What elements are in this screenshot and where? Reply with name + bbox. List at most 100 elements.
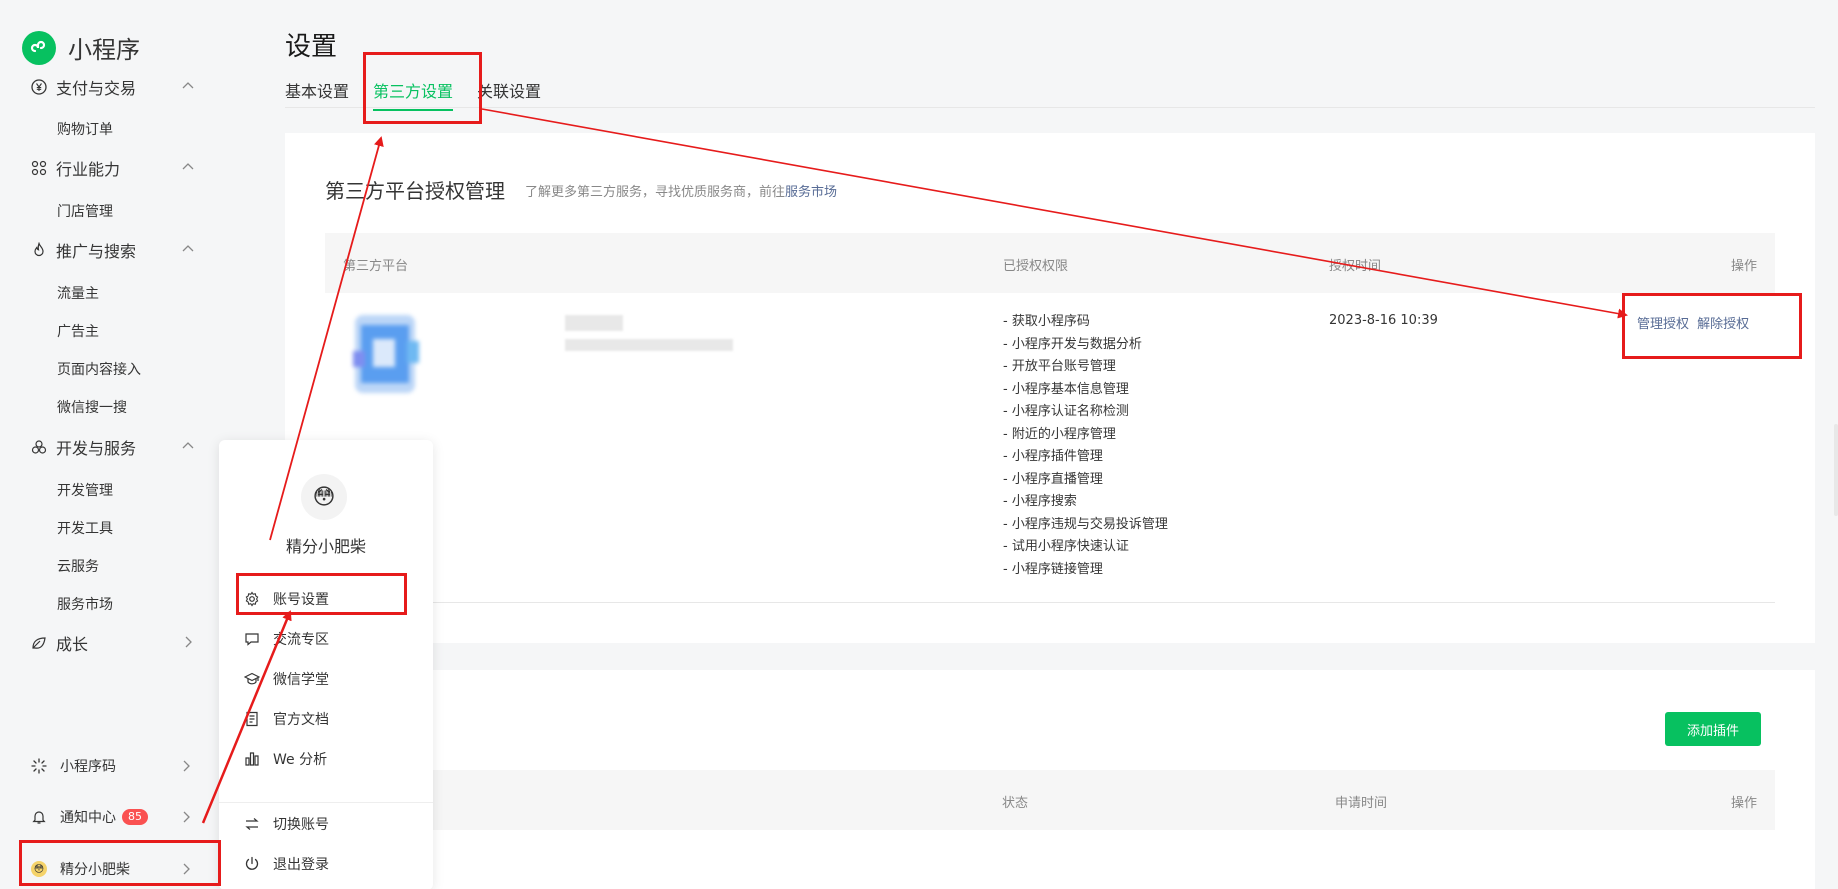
bell-icon [30, 808, 48, 826]
graduation-cap-icon [243, 670, 261, 688]
chevron-right-icon [185, 636, 192, 648]
sidebar-item-service-market[interactable]: 服务市场 [57, 594, 113, 614]
notify-label: 通知中心 [60, 810, 116, 826]
permission-item: - 小程序基本信息管理 [1003, 381, 1129, 397]
annotation-box-third-party-tab [363, 52, 482, 124]
chevron-up-icon [182, 163, 194, 170]
auth-table-header: 第三方平台 已授权权限 授权时间 操作 [325, 233, 1775, 293]
menu-item-label: 官方文档 [273, 712, 329, 728]
sidebar-qrcode[interactable]: 小程序码 [0, 746, 228, 786]
sidebar-item-orders[interactable]: 购物订单 [57, 119, 113, 139]
power-icon [243, 855, 261, 873]
add-plugin-button[interactable]: 添加插件 [1665, 712, 1761, 746]
permission-item: - 小程序搜索 [1003, 494, 1077, 509]
sidebar-item-cloud[interactable]: 云服务 [57, 556, 99, 576]
plugin-management-card: 添加插件 状态 申请时间 操作 [285, 670, 1815, 889]
menu-official-docs[interactable]: 官方文档 [243, 707, 329, 731]
permission-item: - 小程序开发与数据分析 [1003, 336, 1142, 352]
sidebar-group-industry[interactable]: 行业能力 [0, 150, 228, 186]
sidebar-item-dev-tools[interactable]: 开发工具 [57, 518, 113, 538]
permission-item: - 获取小程序码 [1003, 314, 1090, 329]
menu-wechat-academy[interactable]: 微信学堂 [243, 667, 329, 691]
menu-item-label: We 分析 [273, 752, 328, 768]
platform-avatar-blurred [337, 311, 433, 397]
chevron-up-icon [182, 245, 194, 252]
chevron-right-icon [183, 760, 190, 772]
notify-count-badge: 85 [122, 809, 148, 825]
sidebar-item-traffic-owner[interactable]: 流量主 [57, 283, 99, 303]
sidebar-item-wechat-search[interactable]: 微信搜一搜 [57, 397, 127, 417]
chevron-up-icon [182, 82, 194, 89]
leaf-icon [30, 634, 48, 652]
menu-community[interactable]: 交流专区 [243, 627, 329, 651]
annotation-box-account-settings [236, 573, 407, 615]
chat-icon [243, 630, 261, 648]
sun-burst-icon [30, 757, 48, 775]
column-header: 第三方平台 [343, 259, 409, 274]
permission-item: - 小程序链接管理 [1003, 561, 1103, 577]
sidebar-group-label: 开发与服务 [56, 439, 137, 458]
bar-analysis-icon [243, 750, 261, 768]
menu-item-label: 切换账号 [273, 817, 329, 833]
column-header: 申请时间 [1335, 796, 1388, 811]
permission-item: - 小程序直播管理 [1003, 471, 1103, 487]
permission-item: - 小程序插件管理 [1003, 449, 1103, 464]
menu-item-label: 交流专区 [273, 632, 329, 648]
sidebar: 小程序 支付与交易 购物订单 行业能力 门店管理 推广与搜索 流量主 广告主 页… [0, 0, 228, 889]
column-header: 操作 [1731, 796, 1758, 811]
account-popup-menu: 😳 精分小肥柴 账号设置 交流专区 微信学堂 官方文档 We 分析 切换账号 退… [219, 440, 433, 889]
column-header: 已授权权限 [1003, 259, 1069, 274]
permission-item: - 试用小程序快速认证 [1003, 539, 1129, 554]
sidebar-item-advertiser[interactable]: 广告主 [57, 321, 99, 341]
sidebar-notify-center[interactable]: 通知中心 85 [0, 797, 228, 837]
permission-list: - 获取小程序码 - 小程序开发与数据分析 - 开放平台账号管理 - 小程序基本… [1003, 311, 1168, 581]
menu-item-label: 微信学堂 [273, 672, 329, 688]
sidebar-item-page-content[interactable]: 页面内容接入 [57, 359, 141, 379]
column-header: 授权时间 [1329, 259, 1382, 274]
permission-item: - 小程序认证名称检测 [1003, 404, 1129, 419]
sidebar-group-growth[interactable]: 成长 [0, 625, 228, 661]
sidebar-group-payment[interactable]: 支付与交易 [0, 69, 228, 105]
annotation-box-auth-ops [1622, 293, 1802, 359]
settings-tabs: 基本设置 第三方设置 关联设置 [285, 78, 1815, 111]
menu-we-analysis[interactable]: We 分析 [243, 747, 327, 771]
sidebar-group-label: 行业能力 [56, 160, 121, 179]
auth-management-card: 第三方平台授权管理 了解更多第三方服务，寻找优质服务商，前往服务市场 第三方平台… [285, 133, 1815, 643]
tab-basic-settings[interactable]: 基本设置 [285, 78, 349, 109]
plugin-table-header: 状态 申请时间 操作 [325, 770, 1775, 830]
scroll-handle[interactable] [1834, 424, 1838, 516]
dev-circles-icon [30, 438, 48, 456]
menu-switch-account[interactable]: 切换账号 [243, 812, 329, 836]
permission-item: - 开放平台账号管理 [1003, 359, 1116, 374]
table-row: - 获取小程序码 - 小程序开发与数据分析 - 开放平台账号管理 - 小程序基本… [325, 293, 1775, 603]
yen-circle-icon [30, 78, 48, 96]
menu-logout[interactable]: 退出登录 [243, 852, 329, 876]
tab-linked-settings[interactable]: 关联设置 [477, 78, 541, 109]
sidebar-group-label: 支付与交易 [56, 79, 137, 98]
service-market-link[interactable]: 服务市场 [785, 185, 837, 200]
flame-icon [30, 241, 48, 259]
sidebar-group-promotion[interactable]: 推广与搜索 [0, 232, 228, 268]
menu-item-label: 退出登录 [273, 857, 329, 873]
page-title: 设置 [285, 32, 338, 62]
platform-desc-blurred [565, 339, 733, 351]
switch-arrows-icon [243, 815, 261, 833]
sidebar-item-dev-manage[interactable]: 开发管理 [57, 480, 113, 500]
section-description: 了解更多第三方服务，寻找优质服务商，前往服务市场 [525, 181, 837, 200]
column-header: 操作 [1731, 259, 1758, 274]
sidebar-group-dev[interactable]: 开发与服务 [0, 429, 228, 465]
annotation-box-sidebar-account [19, 840, 221, 886]
auth-time: 2023-8-16 10:39 [1329, 313, 1438, 328]
section-title: 第三方平台授权管理 [325, 179, 505, 203]
column-header: 状态 [1002, 796, 1029, 811]
cluster-icon [30, 159, 48, 177]
permission-item: - 小程序违规与交易投诉管理 [1003, 516, 1168, 532]
sidebar-group-label: 推广与搜索 [56, 242, 137, 261]
main-content: 设置 基本设置 第三方设置 关联设置 第三方平台授权管理 了解更多第三方服务，寻… [285, 0, 1815, 889]
menu-divider [219, 802, 433, 803]
app-logo[interactable]: 小程序 [22, 30, 140, 65]
sidebar-item-stores[interactable]: 门店管理 [57, 201, 113, 221]
platform-name-blurred [565, 315, 623, 331]
permission-item: - 附近的小程序管理 [1003, 426, 1116, 442]
section-description-text: 了解更多第三方服务，寻找优质服务商，前往 [525, 185, 786, 200]
